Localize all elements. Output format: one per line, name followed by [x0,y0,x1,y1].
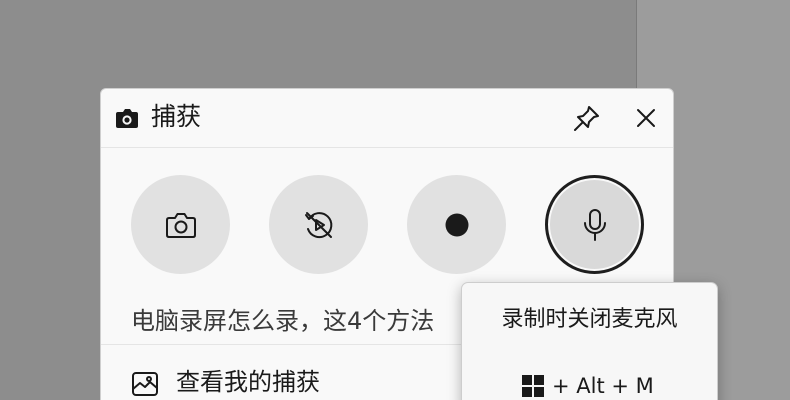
screenshot-button[interactable] [131,175,230,274]
tooltip-shortcut: + Alt + M [522,371,654,400]
pin-button[interactable] [569,101,605,135]
windows-key-icon [522,375,544,397]
close-icon [637,109,655,127]
gallery-icon [132,372,158,396]
camera-icon [165,212,196,238]
title-divider [101,147,673,148]
view-my-captures-link[interactable]: 查看我的捕获 [176,366,320,398]
tooltip-title: 录制时关闭麦克风 [501,307,678,332]
pin-icon [574,106,599,131]
microphone-icon [583,208,606,241]
camera-icon [116,109,138,128]
panel-title: 捕获 [151,102,202,131]
close-button[interactable] [628,101,664,135]
microphone-button[interactable] [545,175,644,274]
record-last-30s-button[interactable] [269,175,368,274]
rewind-record-off-icon [304,211,332,238]
widget-caption: 电脑录屏怎么录，这4个方法 [131,307,435,335]
start-recording-button[interactable] [407,175,506,274]
record-dot-icon [445,213,468,236]
shortcut-text: + Alt + M [552,374,654,398]
microphone-tooltip: 录制时关闭麦克风 + Alt + M [461,282,718,400]
